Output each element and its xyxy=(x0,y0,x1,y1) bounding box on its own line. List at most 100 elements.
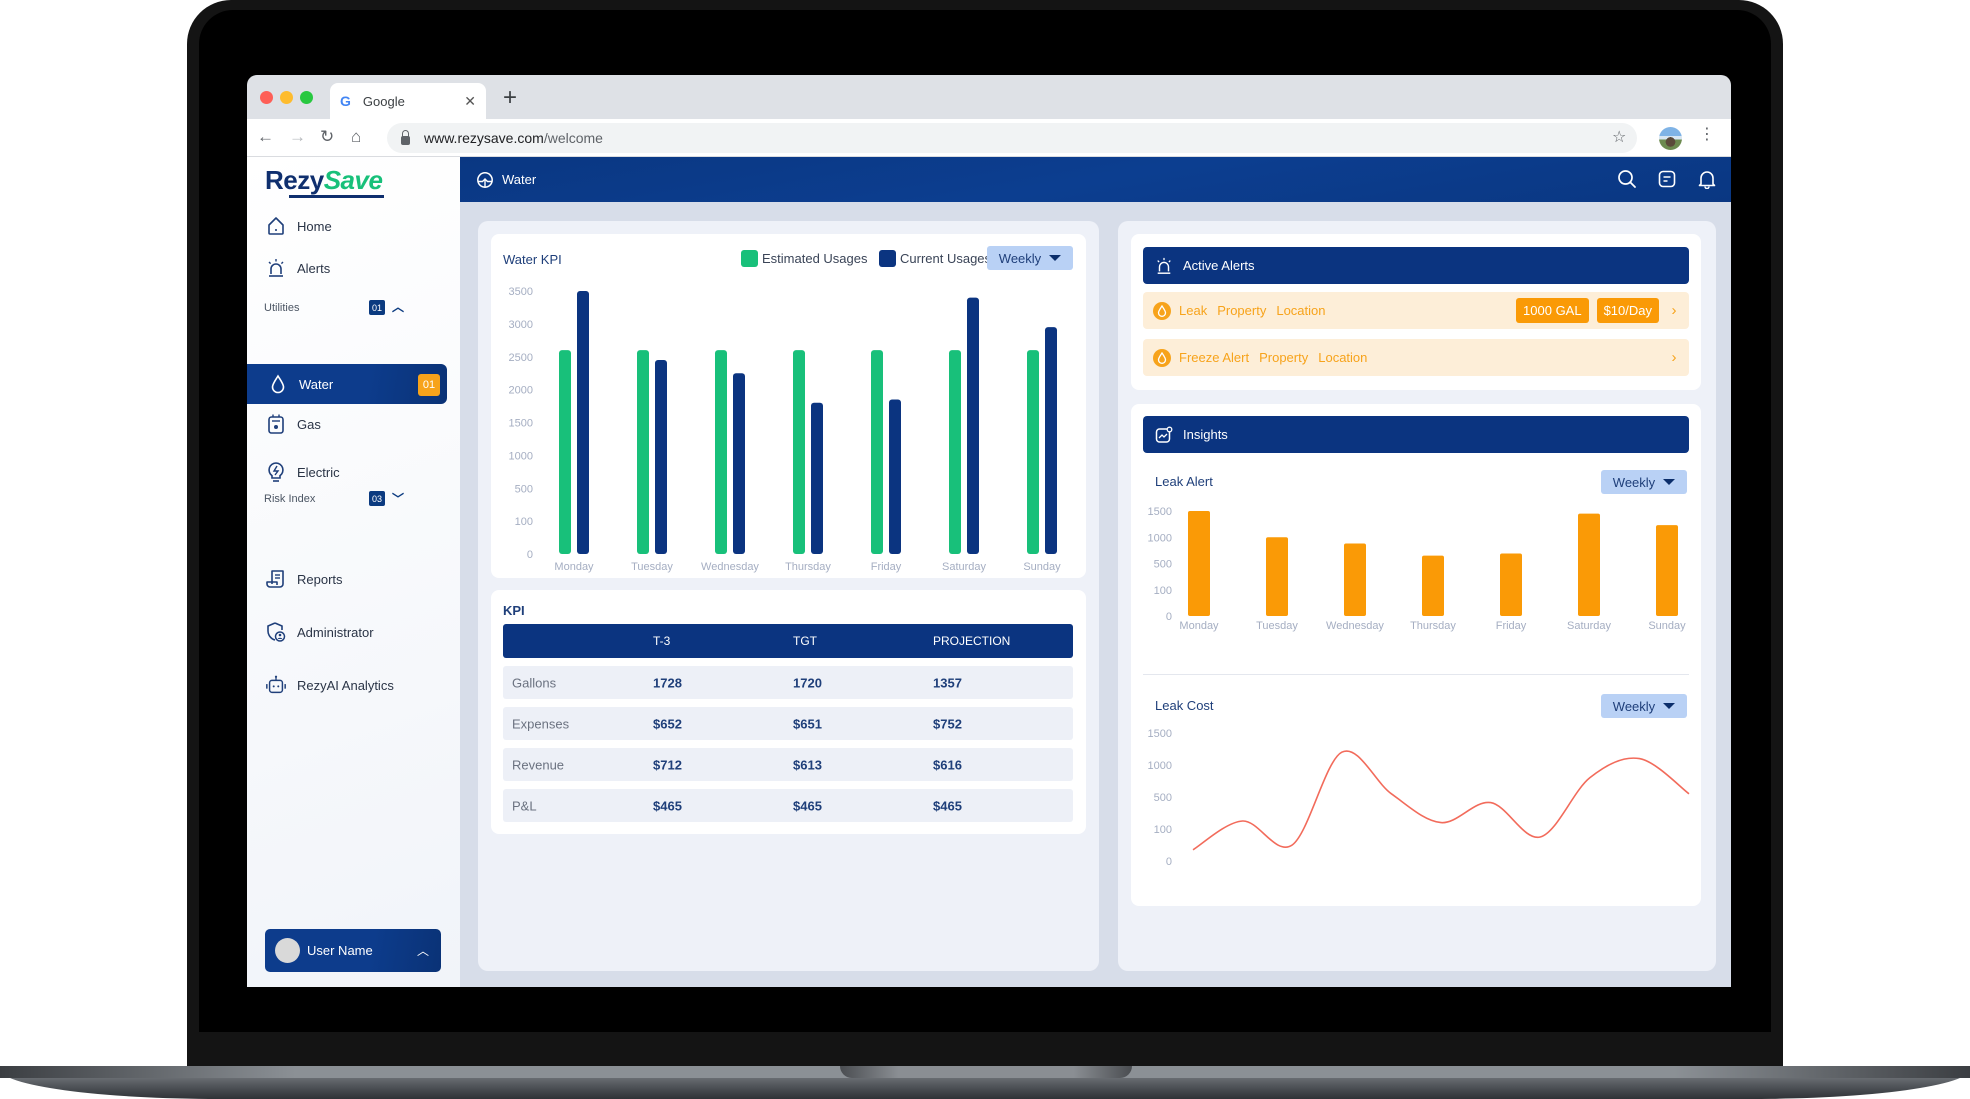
active-alerts-title: Active Alerts xyxy=(1183,258,1255,273)
kpi-title: KPI xyxy=(503,603,525,618)
chevron-right-icon: › xyxy=(1671,349,1677,366)
siren-icon xyxy=(265,257,287,279)
alert-cost-pill: $10/Day xyxy=(1596,298,1659,323)
bar-current xyxy=(889,399,901,554)
alert-item-freeze[interactable]: Freeze Alert Property Location › xyxy=(1143,339,1689,376)
water-kpi-chart: 0 100 500 1000 1500 2000 2500 3000 3500 Monday Tue… xyxy=(509,286,1062,573)
cell-projection: 1357 xyxy=(933,675,962,690)
search-icon[interactable] xyxy=(1616,168,1638,190)
maximize-window-button[interactable] xyxy=(300,91,313,104)
kpi-card: KPI T-3 TGT PROJECTION Gallons 1728 1720… xyxy=(491,590,1086,834)
y-tick-label: 3000 xyxy=(509,319,533,331)
sidebar-item-administrator[interactable]: Administrator xyxy=(265,621,374,643)
chevron-down-icon[interactable]: ﹀ xyxy=(392,490,404,507)
chevron-right-icon: › xyxy=(1671,302,1677,319)
cell-projection: $616 xyxy=(933,757,962,772)
water-alert-badge: 01 xyxy=(418,374,440,396)
browser-tab[interactable]: G Google ✕ xyxy=(330,83,486,119)
leak-alert-title: Leak Alert xyxy=(1155,474,1213,489)
bar-current xyxy=(655,360,667,554)
chevron-up-icon[interactable]: ︿ xyxy=(392,298,404,315)
x-tick-label: Friday xyxy=(871,561,902,573)
tab-title: Google xyxy=(362,93,405,109)
alert-gallons-pill: 1000 GAL xyxy=(1516,298,1589,323)
user-avatar xyxy=(275,938,300,963)
url-input[interactable]: www.rezysave.com/welcome xyxy=(387,123,1637,153)
notes-icon[interactable] xyxy=(1656,168,1678,190)
sidebar-item-gas[interactable]: Gas xyxy=(265,413,321,435)
browser-menu-icon[interactable]: ⋮ xyxy=(1699,127,1715,143)
sidebar-item-water[interactable]: Water 01 xyxy=(247,364,447,404)
bar-current xyxy=(1045,327,1057,554)
x-tick-label: Tuesday xyxy=(631,561,673,573)
insights-title: Insights xyxy=(1183,427,1228,442)
sidebar-item-label: Reports xyxy=(297,571,343,587)
new-tab-button[interactable]: + xyxy=(503,84,517,112)
cell-t3: 1728 xyxy=(653,675,682,690)
bar-estimated xyxy=(559,350,571,554)
bar-leak-alert xyxy=(1578,513,1600,616)
user-name: User Name xyxy=(307,943,373,958)
y-tick-label: 1000 xyxy=(1148,532,1172,544)
right-panel: Active Alerts Leak Property Location 100… xyxy=(1118,221,1716,971)
alert-property: Property xyxy=(1259,350,1309,365)
home-page-icon[interactable]: ⌂ xyxy=(351,127,361,147)
bar-leak-alert xyxy=(1422,555,1444,616)
water-drop-icon xyxy=(267,373,289,395)
y-tick-label: 500 xyxy=(1154,792,1172,804)
sidebar-item-label: Alerts xyxy=(297,260,331,276)
cell-tgt: $465 xyxy=(793,798,822,813)
leak-cost-title: Leak Cost xyxy=(1155,698,1214,713)
insights-card: Insights Leak Alert Weekly 0 100 500 1000 15… xyxy=(1131,404,1701,906)
user-menu-button[interactable]: User Name ︿ xyxy=(265,929,441,972)
lock-icon xyxy=(401,129,410,145)
bar-estimated xyxy=(871,350,883,554)
bar-current xyxy=(733,373,745,554)
insights-divider xyxy=(1143,674,1689,675)
profile-avatar[interactable] xyxy=(1659,127,1682,150)
x-tick-label: Monday xyxy=(1179,620,1219,632)
bookmark-star-icon[interactable]: ☆ xyxy=(1612,127,1626,147)
y-tick-label: 1000 xyxy=(1148,760,1172,772)
x-tick-label: Monday xyxy=(554,561,594,573)
minimize-window-button[interactable] xyxy=(280,91,293,104)
y-tick-label: 1500 xyxy=(509,418,533,430)
close-tab-icon[interactable]: ✕ xyxy=(464,93,476,110)
laptop-notch xyxy=(840,1066,1132,1078)
browser-window: G Google ✕ + ← → ↻ ⌂ www.rezysave.com/we… xyxy=(247,75,1731,987)
admin-shield-icon xyxy=(265,621,287,643)
sidebar-item-alerts[interactable]: Alerts xyxy=(265,257,330,279)
page-title: Water xyxy=(502,172,537,187)
active-alerts-card: Active Alerts Leak Property Location 100… xyxy=(1131,234,1701,390)
app: RezySave Home Alerts Utilities 01 ︿ Wate… xyxy=(247,157,1731,987)
logo-underline xyxy=(289,195,384,198)
sidebar-item-reports[interactable]: Reports xyxy=(265,568,343,590)
sidebar-item-home[interactable]: Home xyxy=(265,215,332,237)
forward-icon[interactable]: → xyxy=(289,127,306,147)
rezysave-logo[interactable]: RezySave xyxy=(265,165,383,196)
column-header-tgt: TGT xyxy=(793,634,817,648)
bell-icon[interactable] xyxy=(1696,168,1718,190)
leak-alert-chart: 0 100 500 1000 1500 Monday Tuesday Wednesday Thu… xyxy=(1148,506,1687,632)
alert-item-leak[interactable]: Leak Property Location 1000 GAL $10/Day … xyxy=(1143,292,1689,329)
left-panel: Water KPI Estimated Usages Current Usage… xyxy=(478,221,1099,971)
y-tick-label: 0 xyxy=(527,549,533,561)
kpi-table-header: T-3 TGT PROJECTION xyxy=(503,624,1073,658)
sidebar-item-electric[interactable]: Electric xyxy=(265,461,340,483)
row-label: Expenses xyxy=(512,716,570,731)
leak-alert-period-dropdown[interactable]: Weekly xyxy=(1601,470,1687,494)
reload-icon[interactable]: ↻ xyxy=(320,127,334,147)
leak-cost-chart: 0 100 500 1000 1500 xyxy=(1148,728,1690,868)
y-tick-label: 1500 xyxy=(1148,506,1172,518)
siren-icon xyxy=(1155,257,1173,275)
x-tick-label: Sunday xyxy=(1648,620,1686,632)
cell-tgt: $651 xyxy=(793,716,822,731)
x-tick-label: Wednesday xyxy=(1326,620,1384,632)
sidebar-item-label: Gas xyxy=(297,416,321,432)
back-icon[interactable]: ← xyxy=(257,127,274,147)
sidebar-item-rezyai-analytics[interactable]: RezyAI Analytics xyxy=(265,674,394,696)
x-tick-label: Wednesday xyxy=(701,561,759,573)
leak-cost-period-dropdown[interactable]: Weekly xyxy=(1601,694,1687,718)
close-window-button[interactable] xyxy=(260,91,273,104)
sidebar: RezySave Home Alerts Utilities 01 ︿ Wate… xyxy=(247,157,460,987)
